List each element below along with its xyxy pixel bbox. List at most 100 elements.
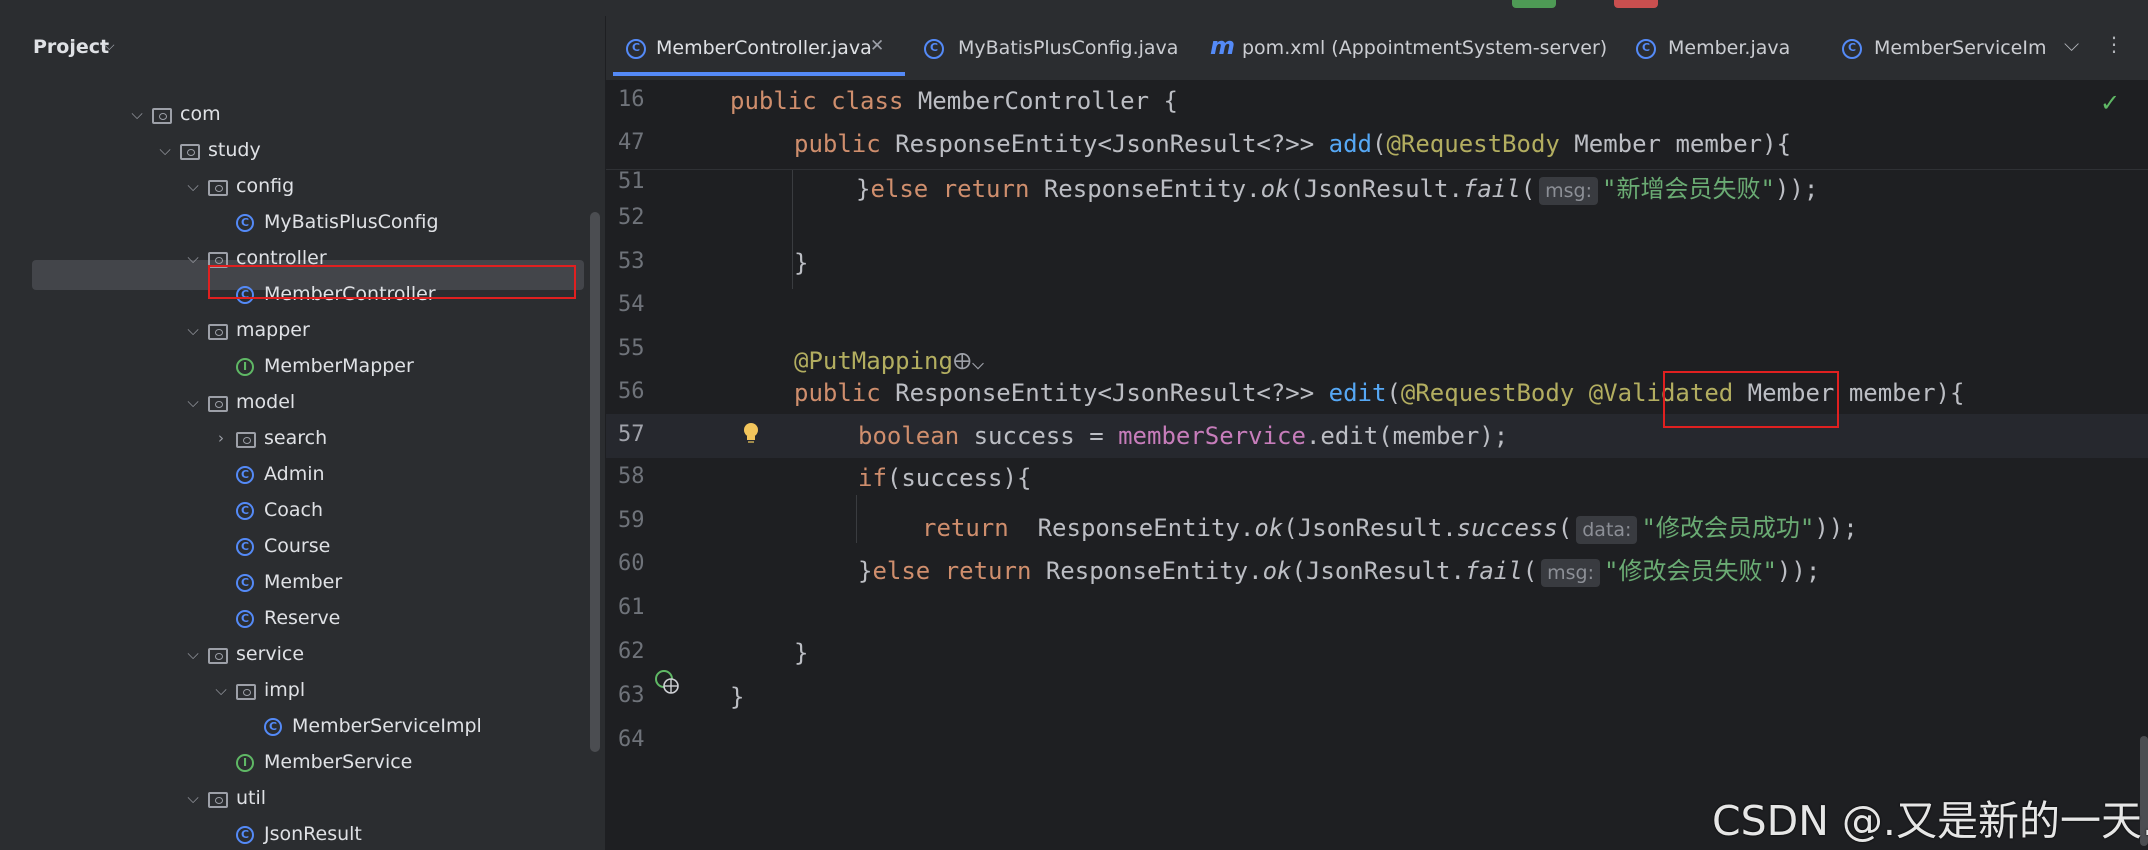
chevron-down-icon[interactable]: ⌵ xyxy=(184,321,202,339)
tree-item-memberserviceimpl[interactable]: C MemberServiceImpl xyxy=(14,709,584,745)
class-icon: C xyxy=(1842,39,1862,59)
line-number: 47 xyxy=(618,130,645,155)
chevron-down-icon[interactable]: ⌵ xyxy=(128,105,146,123)
lightbulb-icon[interactable] xyxy=(742,422,760,444)
chevron-down-icon[interactable]: ⌵ xyxy=(184,789,202,807)
class-icon: C xyxy=(236,826,254,844)
project-panel: Project ⌵ ⌵ com ⌵ study ⌵ config C MyBatisPlusC… xyxy=(14,16,606,850)
check-icon[interactable]: ✓ xyxy=(2100,89,2120,117)
class-name: MemberController xyxy=(917,87,1150,115)
line-number: 51 xyxy=(618,169,645,194)
tree-item-admin[interactable]: C Admin xyxy=(14,457,584,493)
line-number: 16 xyxy=(618,87,645,112)
chevron-right-icon[interactable]: › xyxy=(212,429,230,447)
project-panel-title[interactable]: Project xyxy=(33,36,109,58)
package-folder-icon xyxy=(180,144,200,160)
line-number: 57 xyxy=(618,422,645,447)
tab-label: MyBatisPlusConfig.java xyxy=(958,37,1179,59)
tree-item-label: MyBatisPlusConfig xyxy=(264,211,439,233)
tab-label: pom.xml (AppointmentSystem-server) xyxy=(1242,37,1608,59)
tree-item-label: util xyxy=(236,787,267,809)
tree-item-mapper[interactable]: ⌵ mapper xyxy=(14,313,584,349)
package-folder-icon xyxy=(208,180,228,196)
tree-item-study[interactable]: ⌵ study xyxy=(14,133,584,169)
maven-icon: m xyxy=(1210,32,1236,60)
tree-item-membermapper[interactable]: I MemberMapper xyxy=(14,349,584,385)
code-line-64: 64 xyxy=(606,721,2148,764)
tree-item-service[interactable]: ⌵ service xyxy=(14,637,584,673)
tree-item-label: model xyxy=(236,391,296,413)
interface-icon: I xyxy=(236,358,254,376)
package-folder-icon xyxy=(208,792,228,808)
sticky-line-47[interactable]: 47 public ResponseEntity<JsonResult<?>> … xyxy=(606,124,2148,167)
tree-item-member[interactable]: C Member xyxy=(14,565,584,601)
class-icon: C xyxy=(236,538,254,556)
line-number: 64 xyxy=(618,727,645,752)
tree-item-util[interactable]: ⌵ util xyxy=(14,781,584,817)
package-folder-icon xyxy=(236,432,256,448)
tree-item-reserve[interactable]: C Reserve xyxy=(14,601,584,637)
line-number: 55 xyxy=(618,336,645,361)
run-button-fragment[interactable] xyxy=(1512,0,1556,8)
tree-item-config[interactable]: ⌵ config xyxy=(14,169,584,205)
tab-pom-xml[interactable]: m pom.xml (AppointmentSystem-server) xyxy=(1206,16,1626,80)
close-icon[interactable]: ✕ xyxy=(870,36,884,56)
tree-item-label: study xyxy=(208,139,261,161)
tree-item-model[interactable]: ⌵ model xyxy=(14,385,584,421)
tree-item-label: config xyxy=(236,175,295,197)
chevron-down-icon[interactable]: ⌵ xyxy=(184,177,202,195)
line-number: 56 xyxy=(618,379,645,404)
annotation-requestbody: @RequestBody xyxy=(1386,130,1560,158)
tree-item-label: Course xyxy=(264,535,331,557)
code-line-52: 52 xyxy=(606,199,2148,242)
code-line-54: 54 xyxy=(606,286,2148,329)
chevron-down-icon[interactable]: ⌵ xyxy=(184,393,202,411)
line-number: 58 xyxy=(618,464,645,489)
chevron-down-icon[interactable]: ⌵ xyxy=(184,249,202,267)
tree-item-label: Coach xyxy=(264,499,324,521)
line-number: 59 xyxy=(618,508,645,533)
tab-membercontroller[interactable]: C MemberController.java ✕ xyxy=(606,16,906,80)
line-number: 60 xyxy=(618,551,645,576)
tab-mybatisplusconfig[interactable]: C MyBatisPlusConfig.java xyxy=(916,16,1206,80)
chevron-down-icon[interactable]: ⌵ xyxy=(156,141,174,159)
class-icon: C xyxy=(236,574,254,592)
tree-item-label: service xyxy=(236,643,305,665)
code-line-55: 55 @PutMapping🜨⌵ xyxy=(606,330,2148,375)
project-scrollbar[interactable] xyxy=(590,212,600,752)
code-line-53: 53 } xyxy=(618,249,809,277)
code-editor[interactable]: 51 }else return ResponseEntity.ok(JsonRe… xyxy=(606,81,2148,850)
globe-icon[interactable]: 🜨⌵ xyxy=(953,350,985,375)
line-number: 53 xyxy=(618,249,645,274)
stop-button-fragment[interactable] xyxy=(1614,0,1658,8)
chevron-down-icon[interactable]: ⌵ xyxy=(184,645,202,663)
code-line-58: 58 if(success){ xyxy=(618,464,1032,492)
line-number: 52 xyxy=(618,205,645,230)
tree-item-com[interactable]: ⌵ com xyxy=(14,97,584,133)
chevron-down-icon[interactable]: ⌵ xyxy=(212,681,230,699)
annotation-requestbody: @RequestBody xyxy=(1400,379,1575,407)
package-folder-icon xyxy=(208,648,228,664)
tree-item-label: search xyxy=(264,427,328,449)
tree-item-jsonresult[interactable]: C JsonResult xyxy=(14,817,584,850)
sticky-line-16[interactable]: 16 public class MemberController { xyxy=(606,81,2148,124)
more-options-icon[interactable]: ⋮ xyxy=(2104,32,2124,56)
highlight-box-membercontroller xyxy=(208,265,576,299)
tree-item-label: com xyxy=(180,103,221,125)
title-bar xyxy=(0,0,2148,17)
tree-item-coach[interactable]: C Coach xyxy=(14,493,584,529)
tab-memberserviceimpl[interactable]: C MemberServiceIm xyxy=(1842,16,2052,80)
tree-item-impl[interactable]: ⌵ impl xyxy=(14,673,584,709)
code-line-57: 57 boolean success = memberService.edit(… xyxy=(618,422,1509,450)
tree-item-search[interactable]: › search xyxy=(14,421,584,457)
class-icon: C xyxy=(264,718,282,736)
tree-item-memberservice[interactable]: I MemberService xyxy=(14,745,584,781)
tab-member-java[interactable]: C Member.java xyxy=(1636,16,1816,80)
package-folder-icon xyxy=(152,108,172,124)
tree-item-mybatisplusconfig[interactable]: C MyBatisPlusConfig xyxy=(14,205,584,241)
tree-item-course[interactable]: C Course xyxy=(14,529,584,565)
chevron-down-icon[interactable]: ⌵ xyxy=(2064,32,2079,56)
chevron-down-icon[interactable]: ⌵ xyxy=(104,38,115,54)
param-hint: msg: xyxy=(1541,559,1601,587)
code-line-60: 60 }else return ResponseEntity.ok(JsonRe… xyxy=(618,551,1821,587)
